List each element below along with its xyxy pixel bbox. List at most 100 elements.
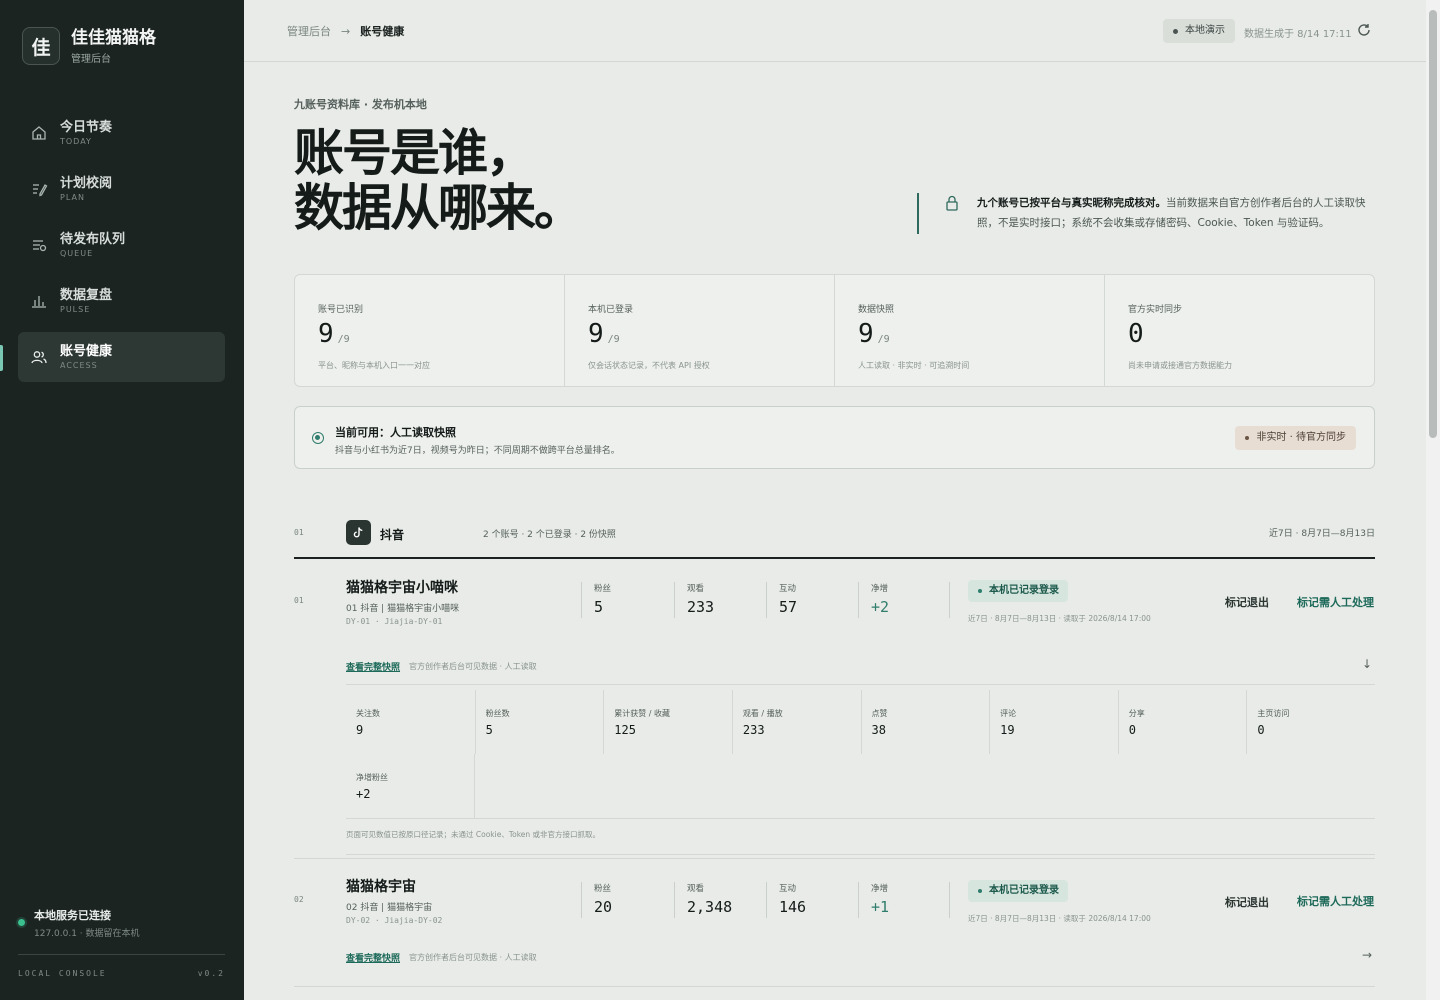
snapshot-toggle-row: 查看完整快照 官方创作者后台可见数据 · 人工读取 ↓ — [346, 649, 1375, 685]
detail-label: 主页访问 — [1257, 709, 1290, 718]
detail-label: 累计获赞 / 收藏 — [614, 709, 671, 718]
arrow-right-icon[interactable]: → — [1362, 948, 1372, 962]
page-title: 账号是谁， 数据从哪来。 — [294, 124, 584, 237]
breadcrumb-arrow-icon: → — [341, 24, 351, 38]
privacy-notice: 九个账号已按平台与真实昵称完成核对。当前数据来自官方创作者后台的人工读取快照，不… — [917, 193, 1375, 234]
detail-cell: 评论 19 — [989, 690, 1118, 754]
sidebar-item-plan[interactable]: 计划校阅 PLAN — [18, 164, 225, 214]
status-dot — [18, 919, 25, 926]
stat-label: 数据快照 — [858, 305, 895, 315]
detail-value: 0 — [1257, 723, 1265, 737]
account-divider — [294, 858, 1375, 859]
account-index: 01 — [294, 596, 304, 605]
breadcrumb-root[interactable]: 管理后台 — [287, 23, 331, 39]
stat-realtime-sync: 官方实时同步 0 尚未申请或接通官方数据能力 — [1105, 275, 1374, 386]
detail-cell: 分享 0 — [1117, 690, 1247, 754]
sidebar-item-label: 今日节奏 — [60, 120, 113, 135]
topbar: 管理后台 → 账号健康 本地演示 数据生成于 8/14 17:11 — [244, 0, 1426, 62]
metric-value: 5 — [594, 598, 604, 616]
account-id: DY-01 · Jiajia-DY-01 — [346, 617, 443, 626]
sidebar-item-pulse[interactable]: 数据复盘 PULSE — [18, 276, 225, 326]
mark-manual-button[interactable]: 标记需人工处理 — [1297, 594, 1374, 610]
detail-cell: 累计获赞 / 收藏 125 — [603, 690, 732, 754]
metric-value: +2 — [871, 598, 890, 616]
generated-time: 数据生成于 8/14 17:11 — [1244, 29, 1352, 40]
platform-header: 01 抖音 2 个账号 · 2 个已登录 · 2 份快照 近7日 · 8月7日—… — [294, 518, 1375, 559]
metric-label: 互动 — [779, 884, 797, 894]
notice-bold: 九个账号已按平台与真实昵称完成核对。 — [977, 197, 1166, 209]
account-sub: 02 抖音 | 猫猫格宇宙 — [346, 903, 433, 913]
stat-label: 本机已登录 — [588, 305, 634, 315]
detail-label: 点赞 — [871, 709, 888, 718]
detail-value: 9 — [356, 723, 364, 737]
detail-value: 233 — [742, 723, 765, 737]
sidebar-item-today[interactable]: 今日节奏 TODAY — [18, 108, 225, 158]
stat-value: 9 — [318, 319, 334, 349]
service-title: 本地服务已连接 — [34, 909, 111, 922]
metric-label: 观看 — [687, 884, 705, 894]
login-meta: 近7日 · 8月7日—8月13日 · 读取于 2026/8/14 17:00 — [968, 614, 1151, 623]
sidebar-footer: LOCAL CONSOLE v0.2 — [18, 954, 225, 978]
availability-banner: 当前可用：人工读取快照 抖音与小红书为近7日，视频号为昨日；不同周期不做跨平台总… — [294, 406, 1375, 469]
radio-selected-icon — [312, 432, 324, 444]
view-snapshot-link[interactable]: 查看完整快照 — [346, 951, 400, 964]
mark-manual-button[interactable]: 标记需人工处理 — [1297, 893, 1374, 909]
brand-logo: 佳 — [22, 27, 60, 65]
detail-cell: 点赞 38 — [860, 690, 990, 754]
service-status: 本地服务已连接 127.0.0.1 · 数据留在本机 — [18, 908, 140, 939]
queue-icon — [33, 240, 47, 252]
sidebar-item-en: TODAY — [60, 137, 92, 146]
arrow-down-icon[interactable]: ↓ — [1362, 657, 1372, 671]
edit-list-icon — [33, 184, 48, 197]
view-snapshot-link[interactable]: 查看完整快照 — [346, 660, 400, 673]
mark-logout-button[interactable]: 标记退出 — [1225, 894, 1269, 910]
tiktok-icon — [346, 520, 371, 545]
sidebar-item-label: 账号健康 — [60, 344, 113, 359]
sidebar-item-queue[interactable]: 待发布队列 QUEUE — [18, 220, 225, 270]
platform-range: 近7日 · 8月7日—8月13日 — [1269, 529, 1375, 539]
local-demo-badge: 本地演示 — [1163, 19, 1235, 43]
page-eyebrow: 九账号资料库 · 发布机本地 — [294, 98, 427, 111]
metric-label: 粉丝 — [594, 884, 612, 894]
metric-value: 233 — [687, 598, 715, 616]
detail-label: 粉丝数 — [485, 709, 510, 718]
snapshot-note: 官方创作者后台可见数据 · 人工读取 — [409, 662, 537, 671]
stat-desc: 平台、昵称与本机入口一一对应 — [318, 361, 430, 370]
snapshot-note-footer: 页面可见数值已按原口径记录；未通过 Cookie、Token 或非官方接口抓取。 — [346, 818, 1375, 854]
detail-cell: 观看 / 播放 233 — [731, 690, 861, 754]
divider — [949, 882, 950, 918]
stat-value: 0 — [1128, 319, 1144, 349]
login-status-badge: 本机已记录登录 — [968, 880, 1068, 902]
brand-subtitle: 管理后台 — [71, 53, 111, 65]
detail-cell: 主页访问 0 — [1246, 690, 1375, 754]
detail-value: 19 — [1000, 723, 1015, 737]
sidebar-nav: 今日节奏 TODAY 计划校阅 PLAN 待发布队列 QUEUE 数据复盘 PU… — [18, 108, 225, 388]
mark-logout-button[interactable]: 标记退出 — [1225, 594, 1269, 610]
detail-value: 0 — [1128, 723, 1136, 737]
refresh-icon[interactable] — [1356, 22, 1372, 38]
sidebar-item-en: ACCESS — [60, 361, 98, 370]
brand[interactable]: 佳 佳佳猫猫格 管理后台 — [22, 27, 156, 65]
page-title-line2: 数据从哪来。 — [294, 179, 584, 237]
divider — [949, 582, 950, 618]
detail-label: 观看 / 播放 — [742, 709, 783, 718]
scrollbar-thumb[interactable] — [1429, 10, 1437, 438]
stats-panel: 账号已识别 9/9 平台、昵称与本机入口一一对应 本机已登录 9/9 仅会话状态… — [294, 274, 1375, 387]
login-meta: 近7日 · 8月7日—8月13日 · 读取于 2026/8/14 17:00 — [968, 914, 1151, 923]
stat-snapshots: 数据快照 9/9 人工读取 · 非实时 · 可追溯时间 — [835, 275, 1105, 386]
metric-label: 净增 — [871, 584, 889, 594]
metric-interactions: 互动 57 — [766, 582, 797, 618]
sidebar-item-en: PLAN — [60, 193, 85, 202]
account-index: 02 — [294, 895, 304, 904]
metric-net-growth: 净增 +2 — [858, 582, 889, 618]
sidebar-item-access[interactable]: 账号健康 ACCESS — [18, 332, 225, 382]
scrollbar[interactable] — [1426, 0, 1440, 1000]
stat-label: 账号已识别 — [318, 305, 364, 315]
detail-label: 关注数 — [356, 709, 380, 718]
sidebar-item-en: PULSE — [60, 305, 91, 314]
stat-value: 9 — [858, 319, 874, 349]
snapshot-detail: 关注数 9 粉丝数 5 累计获赞 / 收藏 125 观看 / 播放 233 点赞 38 评… — [346, 690, 1375, 855]
platform-name: 抖音 — [380, 528, 405, 542]
platform-index: 01 — [294, 528, 304, 537]
page-title-line1: 账号是谁， — [294, 124, 536, 182]
